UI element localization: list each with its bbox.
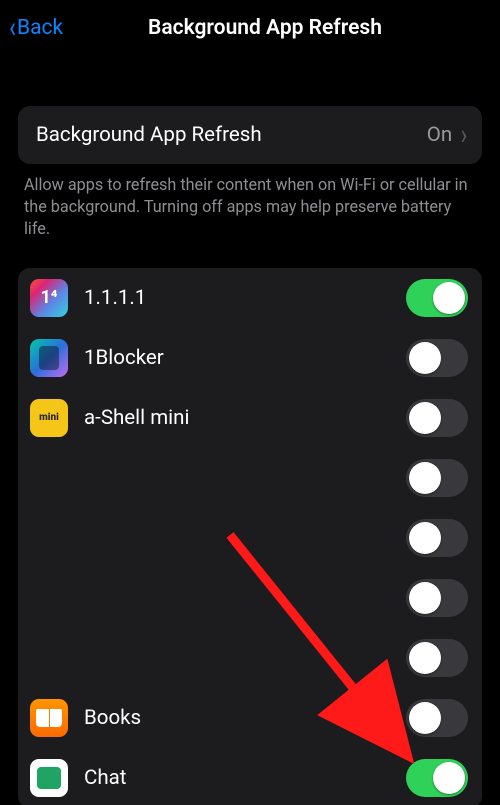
toggle-knob <box>409 462 441 494</box>
app-row: Chat <box>18 748 482 805</box>
app-row <box>18 628 482 688</box>
section-footer: Allow apps to refresh their content when… <box>18 164 482 240</box>
app-toggle[interactable] <box>406 639 468 677</box>
1111-app-icon: 1⁴ <box>30 279 68 317</box>
toggle-knob <box>409 342 441 374</box>
back-label: Back <box>17 16 63 40</box>
chevron-right-icon: › <box>461 119 468 152</box>
master-label: Background App Refresh <box>36 123 262 147</box>
app-toggle[interactable] <box>406 699 468 737</box>
app-name-label: Chat <box>84 766 406 790</box>
toggle-knob <box>409 642 441 674</box>
app-toggle[interactable] <box>406 579 468 617</box>
app-toggle[interactable] <box>406 279 468 317</box>
ashell-app-icon: mini <box>30 399 68 437</box>
toggle-knob <box>409 582 441 614</box>
books-app-icon <box>30 699 68 737</box>
chevron-left-icon: ‹ <box>9 13 16 43</box>
app-toggle[interactable] <box>406 459 468 497</box>
1blocker-app-icon <box>30 339 68 377</box>
chat-app-icon <box>30 759 68 797</box>
app-toggle[interactable] <box>406 759 468 797</box>
app-name-label: 1Blocker <box>84 346 406 370</box>
app-list: 1⁴ 1.1.1.1 1Blocker mini a-Shell mini Books Ch… <box>18 268 482 805</box>
toggle-knob <box>409 702 441 734</box>
toggle-knob <box>433 762 465 794</box>
app-row <box>18 568 482 628</box>
app-row: 1⁴ 1.1.1.1 <box>18 268 482 328</box>
app-name-label: 1.1.1.1 <box>84 286 406 310</box>
toggle-knob <box>409 402 441 434</box>
toggle-knob <box>433 282 465 314</box>
background-app-refresh-master[interactable]: Background App Refresh On › <box>18 106 482 164</box>
app-row: 1Blocker <box>18 328 482 388</box>
master-value: On <box>427 123 452 147</box>
navbar: ‹ Back Background App Refresh <box>0 0 500 56</box>
page-title: Background App Refresh <box>0 16 500 40</box>
app-row <box>18 508 482 568</box>
app-toggle[interactable] <box>406 519 468 557</box>
master-group: Background App Refresh On › <box>18 106 482 164</box>
app-toggle[interactable] <box>406 399 468 437</box>
app-row: mini a-Shell mini <box>18 388 482 448</box>
app-name-label: a-Shell mini <box>84 406 406 430</box>
app-name-label: Books <box>84 706 406 730</box>
back-button[interactable]: ‹ Back <box>8 13 63 43</box>
app-row: Books <box>18 688 482 748</box>
app-toggle[interactable] <box>406 339 468 377</box>
app-row <box>18 448 482 508</box>
toggle-knob <box>409 522 441 554</box>
